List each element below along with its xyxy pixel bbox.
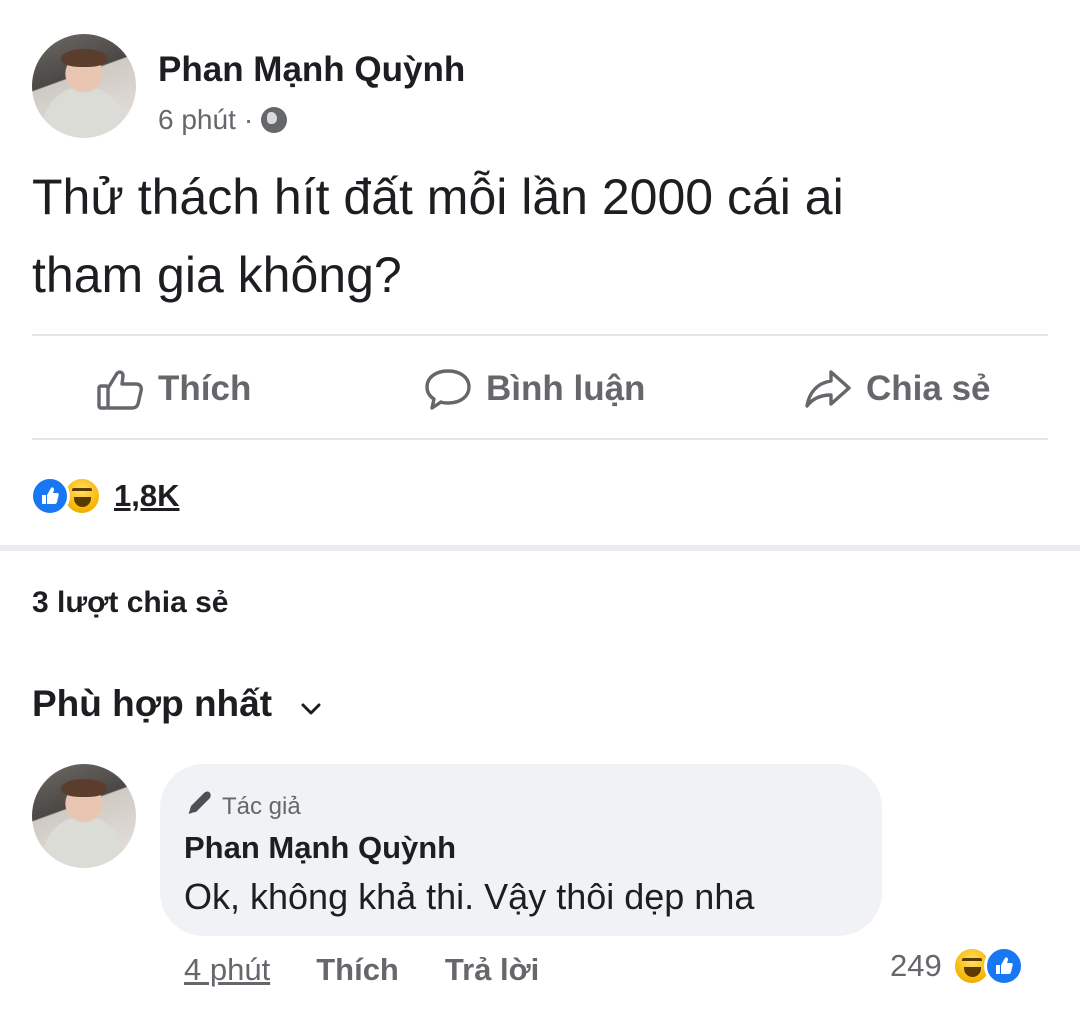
share-count[interactable]: 3 lượt chia sẻ (32, 586, 228, 620)
comment-reactions[interactable]: 249 (890, 946, 1024, 986)
chevron-down-icon (300, 683, 322, 725)
comment-bubble: Tác giả Phan Mạnh Quỳnh Ok, không khả th… (160, 764, 882, 936)
comment-label: Bình luận (486, 369, 646, 408)
reaction-count[interactable]: 1,8K (114, 478, 179, 514)
thumbs-up-icon (96, 366, 144, 412)
like-reaction-icon (983, 946, 1024, 986)
comment-text: Ok, không khả thi. Vậy thôi dẹp nha (184, 876, 755, 917)
comment-sort-label: Phù hợp nhất (32, 683, 273, 724)
post-text: Thử thách hít đất mỗi lần 2000 cái ai th… (32, 158, 1052, 314)
section-separator (0, 545, 1080, 551)
post-time[interactable]: 6 phút (158, 104, 236, 136)
comment-actions: 4 phút Thích Trả lời (184, 952, 539, 988)
post-text-line-2: tham gia không? (32, 247, 402, 303)
like-button[interactable]: Thích (96, 366, 251, 412)
comment-author-avatar[interactable] (32, 764, 136, 868)
comment-reply-button[interactable]: Trả lời (445, 952, 539, 988)
post-author-name[interactable]: Phan Mạnh Quỳnh (158, 50, 465, 90)
divider-top (32, 334, 1048, 336)
like-label: Thích (158, 369, 252, 408)
share-button[interactable]: Chia sẻ (804, 366, 991, 412)
share-icon (804, 366, 852, 412)
comment-like-button[interactable]: Thích (316, 952, 399, 988)
divider-bottom (32, 438, 1048, 440)
comment-time[interactable]: 4 phút (184, 952, 270, 988)
like-reaction-icon (30, 476, 70, 516)
reactions-summary[interactable]: 1,8K (30, 476, 179, 516)
globe-icon (261, 107, 288, 133)
comment-icon (424, 366, 472, 412)
post-text-line-1: Thử thách hít đất mỗi lần 2000 cái ai (32, 169, 844, 225)
author-badge: Tác giả (184, 788, 301, 825)
comment-reaction-count: 249 (890, 948, 942, 983)
comment-author-name[interactable]: Phan Mạnh Quỳnh (184, 830, 456, 866)
share-label: Chia sẻ (866, 369, 991, 408)
post-author-avatar[interactable] (32, 34, 136, 138)
post-meta: 6 phút · (158, 104, 288, 136)
meta-separator: · (243, 104, 254, 135)
author-badge-label: Tác giả (222, 792, 301, 820)
comment-sort-dropdown[interactable]: Phù hợp nhất (32, 683, 322, 725)
comment-button[interactable]: Bình luận (424, 366, 645, 412)
pencil-icon (184, 788, 214, 825)
